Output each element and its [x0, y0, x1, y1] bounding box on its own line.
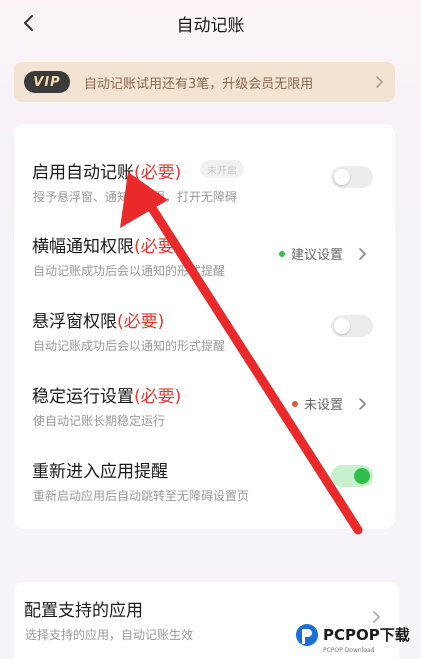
setting-subtitle: 自动记账成功后会以通知的形式提醒	[33, 339, 226, 353]
setting-subtitle: 自动记账成功后会以通知的形式提醒	[33, 264, 226, 278]
chevron-right-icon	[359, 397, 366, 410]
vip-banner-text: 自动记账试用还有3笔，升级会员无限用	[84, 76, 314, 92]
status-dot	[278, 250, 285, 257]
watermark-logo: PCPOP下载 PCPOP Download	[293, 619, 419, 659]
status-dot	[291, 400, 298, 407]
chevron-right-icon	[359, 247, 366, 260]
toggle-switch[interactable]	[331, 166, 373, 188]
setting-title: 重新进入应用提醒	[32, 462, 168, 482]
setting-status: 未设置	[291, 394, 367, 413]
required-tag: (必要)	[134, 387, 182, 407]
top-bar: 自动记账	[0, 0, 421, 46]
supported-apps-subtitle: 选择支持的应用，自动记账生效	[25, 628, 194, 642]
required-tag: (必要)	[134, 237, 182, 257]
svg-text:PCPOP下载: PCPOP下载	[323, 626, 410, 644]
setting-row-banner-notification[interactable]: 横幅通知权限(必要) 自动记账成功后会以通知的形式提醒 建议设置	[14, 224, 395, 294]
toggle-knob	[354, 468, 370, 484]
vip-upgrade-banner[interactable]: VIP 自动记账试用还有3笔，升级会员无限用	[14, 62, 395, 102]
setting-title: 启用自动记账(必要)	[32, 163, 182, 183]
setting-subtitle: 重新启动应用后自动跳转至无障碍设置页	[33, 489, 250, 503]
required-tag: (必要)	[134, 163, 182, 183]
status-badge: 未开启	[200, 160, 244, 178]
setting-status: 建议设置	[278, 244, 367, 263]
setting-title: 稳定运行设置(必要)	[32, 387, 182, 407]
setting-row-enable-auto-bookkeeping[interactable]: 启用自动记账(必要) 未开启 授予悬浮窗、通知栏权限，打开无障碍	[14, 150, 395, 220]
setting-row-stable-running[interactable]: 稳定运行设置(必要) 使自动记账长期稳定运行 未设置	[14, 374, 395, 444]
status-text: 建议设置	[290, 248, 343, 263]
toggle-knob	[334, 318, 350, 334]
toggle-switch[interactable]	[331, 465, 373, 487]
supported-apps-title: 配置支持的应用	[24, 601, 143, 621]
setting-subtitle: 使自动记账长期稳定运行	[33, 414, 166, 428]
chevron-left-icon	[24, 15, 33, 31]
page-title: 自动记账	[176, 15, 245, 36]
setting-title: 横幅通知权限(必要)	[32, 237, 182, 257]
setting-title: 悬浮窗权限(必要)	[32, 312, 165, 332]
back-button[interactable]	[18, 12, 38, 34]
setting-row-reenter-reminder[interactable]: 重新进入应用提醒 重新启动应用后自动跳转至无障碍设置页	[14, 449, 395, 519]
setting-subtitle: 授予悬浮窗、通知栏权限，打开无障碍	[33, 190, 238, 204]
required-tag: (必要)	[117, 312, 165, 332]
toggle-switch[interactable]	[331, 315, 373, 337]
toggle-knob	[334, 169, 350, 185]
chevron-right-icon	[376, 76, 383, 88]
svg-text:PCPOP Download: PCPOP Download	[323, 647, 375, 654]
settings-card: 启用自动记账(必要) 未开启 授予悬浮窗、通知栏权限，打开无障碍 横幅通知权限(…	[14, 124, 395, 529]
vip-badge: VIP	[24, 71, 70, 93]
status-text: 未设置	[303, 398, 343, 413]
setting-row-floating-window[interactable]: 悬浮窗权限(必要) 自动记账成功后会以通知的形式提醒	[14, 299, 395, 369]
pcpop-logo-icon: PCPOP下载 PCPOP Download	[296, 624, 410, 654]
